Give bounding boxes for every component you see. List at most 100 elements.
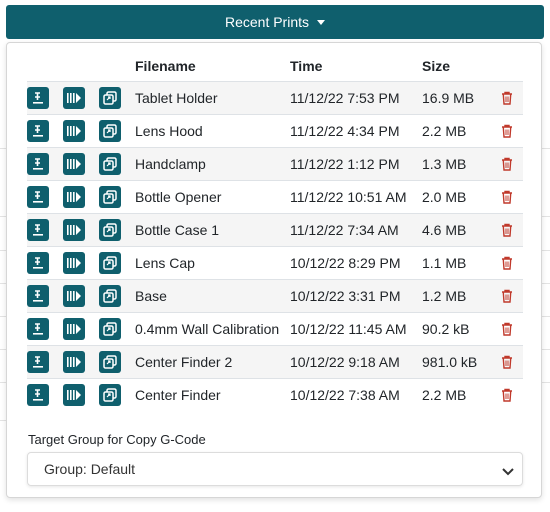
filename-cell: Base — [135, 279, 290, 313]
filename-cell: Tablet Holder — [135, 81, 290, 115]
delete-button[interactable] — [499, 386, 515, 404]
print-button-cell — [63, 81, 99, 115]
trash-icon — [501, 289, 513, 303]
size-cell: 1.2 MB — [422, 279, 499, 313]
copy-to-group-button[interactable] — [99, 87, 121, 109]
print-button[interactable] — [63, 120, 85, 142]
load-file-icon — [31, 157, 45, 171]
print-button[interactable] — [63, 219, 85, 241]
copy-to-group-button[interactable] — [99, 186, 121, 208]
load-file-icon — [31, 322, 45, 336]
trash-icon — [501, 388, 513, 402]
delete-button[interactable] — [499, 287, 515, 305]
copy-to-group-button[interactable] — [99, 318, 121, 340]
load-file-button-cell — [27, 81, 63, 115]
print-button[interactable] — [63, 318, 85, 340]
print-button[interactable] — [63, 285, 85, 307]
table-header-row: Filename Time Size — [27, 51, 523, 82]
table-row[interactable]: Lens Cap 10/12/22 8:29 PM 1.1 MB — [27, 246, 523, 280]
load-file-button[interactable] — [27, 87, 49, 109]
target-group-label: Target Group for Copy G-Code — [28, 432, 206, 447]
copy-icon — [103, 322, 117, 336]
print-button[interactable] — [63, 153, 85, 175]
delete-button[interactable] — [499, 188, 515, 206]
copy-icon — [103, 91, 117, 105]
filename-cell: Bottle Case 1 — [135, 213, 290, 247]
copy-to-group-button[interactable] — [99, 285, 121, 307]
copy-icon — [103, 124, 117, 138]
load-file-button[interactable] — [27, 153, 49, 175]
filename-cell: Handclamp — [135, 147, 290, 181]
delete-cell — [499, 180, 523, 214]
table-row[interactable]: Lens Hood 11/12/22 4:34 PM 2.2 MB — [27, 114, 523, 148]
load-file-button[interactable] — [27, 351, 49, 373]
copy-to-group-button[interactable] — [99, 120, 121, 142]
delete-cell — [499, 147, 523, 181]
chevron-down-icon — [502, 464, 514, 480]
trash-icon — [501, 223, 513, 237]
table-row[interactable]: Center Finder 10/12/22 7:38 AM 2.2 MB — [27, 378, 523, 411]
header-time[interactable]: Time — [290, 51, 422, 82]
load-file-icon — [31, 256, 45, 270]
print-icon — [66, 91, 82, 105]
delete-cell — [499, 345, 523, 379]
load-file-button[interactable] — [27, 318, 49, 340]
load-file-button-cell — [27, 147, 63, 181]
print-button[interactable] — [63, 252, 85, 274]
filename-cell: Lens Cap — [135, 246, 290, 280]
filename-cell: Bottle Opener — [135, 180, 290, 214]
delete-button[interactable] — [499, 221, 515, 239]
header-blank-3 — [99, 51, 135, 82]
header-filename[interactable]: Filename — [135, 51, 290, 82]
table-row[interactable]: Handclamp 11/12/22 1:12 PM 1.3 MB — [27, 147, 523, 181]
table-row[interactable]: Bottle Opener 11/12/22 10:51 AM 2.0 MB — [27, 180, 523, 214]
print-button[interactable] — [63, 87, 85, 109]
load-file-button[interactable] — [27, 384, 49, 406]
print-button-cell — [63, 345, 99, 379]
print-icon — [66, 289, 82, 303]
load-file-button-cell — [27, 279, 63, 313]
copy-to-group-button[interactable] — [99, 252, 121, 274]
copy-to-group-button-cell — [99, 345, 135, 379]
load-file-button[interactable] — [27, 219, 49, 241]
print-icon — [66, 157, 82, 171]
print-button[interactable] — [63, 384, 85, 406]
size-cell: 1.3 MB — [422, 147, 499, 181]
delete-button[interactable] — [499, 320, 515, 338]
trash-icon — [501, 322, 513, 336]
delete-button[interactable] — [499, 155, 515, 173]
table-row[interactable]: Bottle Case 1 11/12/22 7:34 AM 4.6 MB — [27, 213, 523, 247]
print-button-cell — [63, 147, 99, 181]
delete-button[interactable] — [499, 122, 515, 140]
delete-button[interactable] — [499, 353, 515, 371]
delete-button[interactable] — [499, 254, 515, 272]
recent-prints-table: Filename Time Size Tablet Holder 11/12/22… — [27, 51, 523, 411]
print-icon — [66, 388, 82, 402]
copy-to-group-button[interactable] — [99, 351, 121, 373]
filename-cell: 0.4mm Wall Calibration — [135, 312, 290, 346]
load-file-button-cell — [27, 180, 63, 214]
copy-to-group-button[interactable] — [99, 219, 121, 241]
copy-to-group-button[interactable] — [99, 384, 121, 406]
print-button[interactable] — [63, 186, 85, 208]
recent-prints-button[interactable]: Recent Prints — [6, 5, 544, 39]
delete-button[interactable] — [499, 89, 515, 107]
table-row[interactable]: 0.4mm Wall Calibration 10/12/22 11:45 AM 9… — [27, 312, 523, 346]
table-row[interactable]: Base 10/12/22 3:31 PM 1.2 MB — [27, 279, 523, 313]
print-icon — [66, 256, 82, 270]
table-row[interactable]: Tablet Holder 11/12/22 7:53 PM 16.9 MB — [27, 81, 523, 115]
table-row[interactable]: Center Finder 2 10/12/22 9:18 AM 981.0 kB — [27, 345, 523, 379]
load-file-button[interactable] — [27, 252, 49, 274]
header-size[interactable]: Size — [422, 51, 499, 82]
delete-cell — [499, 246, 523, 280]
time-cell: 11/12/22 7:34 AM — [290, 213, 422, 247]
print-button[interactable] — [63, 351, 85, 373]
load-file-button[interactable] — [27, 285, 49, 307]
load-file-icon — [31, 355, 45, 369]
print-button-cell — [63, 114, 99, 148]
delete-cell — [499, 312, 523, 346]
load-file-button[interactable] — [27, 186, 49, 208]
target-group-select[interactable]: Group: Default — [27, 452, 523, 486]
load-file-button[interactable] — [27, 120, 49, 142]
copy-to-group-button[interactable] — [99, 153, 121, 175]
